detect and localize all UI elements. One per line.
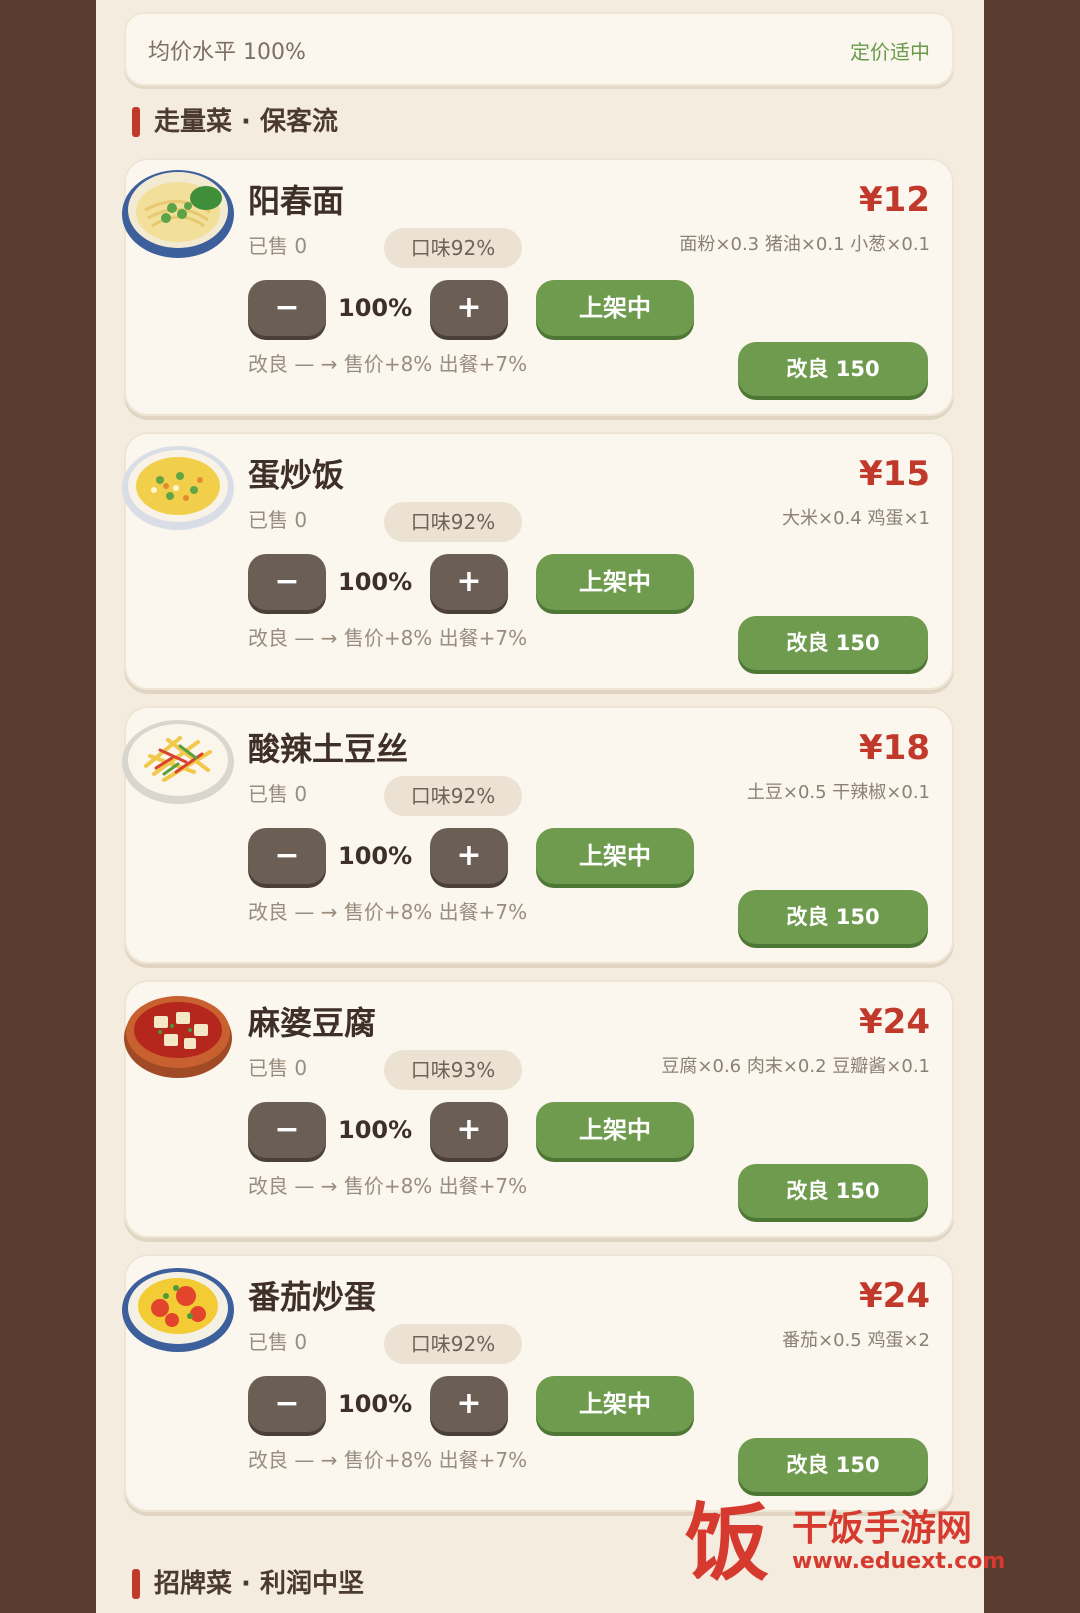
dish-card: 番茄炒蛋 已售 0 口味92% ¥24 番茄×0.5 鸡蛋×2 − 100% +… (122, 1254, 954, 1512)
dish-sold-count: 已售 0 (248, 508, 308, 532)
dish-name: 阳春面 (248, 182, 345, 220)
section-marker (132, 1569, 140, 1599)
dish-ingredients: 土豆×0.5 干辣椒×0.1 (746, 782, 930, 803)
listing-status-button[interactable]: 上架中 (536, 1376, 694, 1432)
dish-ingredients: 豆腐×0.6 肉末×0.2 豆瓣酱×0.1 (661, 1056, 930, 1077)
decrease-price-button[interactable]: − (248, 1376, 326, 1432)
increase-price-button[interactable]: + (430, 828, 508, 884)
improve-button[interactable]: 改良 150 (738, 616, 928, 670)
price-percent: 100% (338, 294, 413, 322)
improve-button[interactable]: 改良 150 (738, 1164, 928, 1218)
price-level-bar: 均价水平 100% 定价适中 (124, 12, 954, 86)
dish-sold-count: 已售 0 (248, 782, 308, 806)
tomato-egg-icon (122, 1268, 234, 1352)
taste-badge: 口味92% (384, 776, 522, 816)
taste-badge: 口味92% (384, 228, 522, 268)
taste-badge: 口味93% (384, 1050, 522, 1090)
dish-ingredients: 面粉×0.3 猪油×0.1 小葱×0.1 (679, 234, 930, 255)
price-level-status: 定价适中 (850, 40, 930, 64)
section-title-volume: 走量菜 · 保客流 (132, 102, 338, 142)
fried-rice-icon (122, 446, 234, 530)
dish-name: 麻婆豆腐 (248, 1004, 377, 1042)
increase-price-button[interactable]: + (430, 1376, 508, 1432)
dish-sold-count: 已售 0 (248, 1330, 308, 1354)
section-title-signature: 招牌菜 · 利润中坚 (132, 1564, 364, 1604)
menu-panel: 均价水平 100% 定价适中 走量菜 · 保客流 阳春面 已售 0 口味92% … (96, 0, 984, 1613)
section-title-text: 招牌菜 · 利润中坚 (154, 1569, 364, 1599)
dish-ingredients: 番茄×0.5 鸡蛋×2 (782, 1330, 930, 1351)
price-percent: 100% (338, 842, 413, 870)
price-percent: 100% (338, 1390, 413, 1418)
dish-card: 麻婆豆腐 已售 0 口味93% ¥24 豆腐×0.6 肉末×0.2 豆瓣酱×0.… (124, 980, 954, 1238)
increase-price-button[interactable]: + (430, 554, 508, 610)
mapo-tofu-icon (124, 996, 232, 1078)
watermark-site-name: 干饭手游网 (792, 1508, 973, 1549)
improve-note: 改良 — → 售价+8% 出餐+7% (248, 1174, 528, 1198)
dish-name: 蛋炒饭 (248, 456, 345, 494)
dish-card: 阳春面 已售 0 口味92% ¥12 面粉×0.3 猪油×0.1 小葱×0.1 … (122, 158, 954, 416)
improve-note: 改良 — → 售价+8% 出餐+7% (248, 626, 528, 650)
price-level-label: 均价水平 100% (148, 40, 306, 65)
improve-button[interactable]: 改良 150 (738, 342, 928, 396)
decrease-price-button[interactable]: − (248, 828, 326, 884)
dish-price: ¥24 (859, 1002, 930, 1042)
dish-price: ¥24 (859, 1276, 930, 1316)
dish-sold-count: 已售 0 (248, 234, 308, 258)
dish-name: 番茄炒蛋 (248, 1278, 377, 1316)
listing-status-button[interactable]: 上架中 (536, 828, 694, 884)
improve-note: 改良 — → 售价+8% 出餐+7% (248, 900, 528, 924)
noodle-bowl-icon (122, 170, 234, 258)
price-percent: 100% (338, 568, 413, 596)
dish-price: ¥18 (859, 728, 930, 768)
section-marker (132, 107, 140, 137)
improve-button[interactable]: 改良 150 (738, 890, 928, 944)
increase-price-button[interactable]: + (430, 1102, 508, 1158)
potato-strips-icon (122, 720, 234, 804)
listing-status-button[interactable]: 上架中 (536, 1102, 694, 1158)
increase-price-button[interactable]: + (430, 280, 508, 336)
dish-price: ¥15 (859, 454, 930, 494)
price-percent: 100% (338, 1116, 413, 1144)
improve-note: 改良 — → 售价+8% 出餐+7% (248, 1448, 528, 1472)
dish-ingredients: 大米×0.4 鸡蛋×1 (782, 508, 930, 529)
watermark-logo: 饭 干饭手游网 www.eduext.com (672, 1493, 1032, 1593)
taste-badge: 口味92% (384, 1324, 522, 1364)
dish-price: ¥12 (859, 180, 930, 220)
decrease-price-button[interactable]: − (248, 280, 326, 336)
listing-status-button[interactable]: 上架中 (536, 554, 694, 610)
taste-badge: 口味92% (384, 502, 522, 542)
dish-name: 酸辣土豆丝 (248, 730, 409, 768)
improve-button[interactable]: 改良 150 (738, 1438, 928, 1492)
dish-sold-count: 已售 0 (248, 1056, 308, 1080)
watermark-url: www.eduext.com (792, 1549, 1006, 1574)
listing-status-button[interactable]: 上架中 (536, 280, 694, 336)
decrease-price-button[interactable]: − (248, 554, 326, 610)
decrease-price-button[interactable]: − (248, 1102, 326, 1158)
watermark-char: 饭 (684, 1494, 769, 1592)
dish-card: 蛋炒饭 已售 0 口味92% ¥15 大米×0.4 鸡蛋×1 − 100% + … (122, 432, 954, 690)
section-title-text: 走量菜 · 保客流 (154, 107, 338, 137)
improve-note: 改良 — → 售价+8% 出餐+7% (248, 352, 528, 376)
dish-card: 酸辣土豆丝 已售 0 口味92% ¥18 土豆×0.5 干辣椒×0.1 − 10… (122, 706, 954, 964)
